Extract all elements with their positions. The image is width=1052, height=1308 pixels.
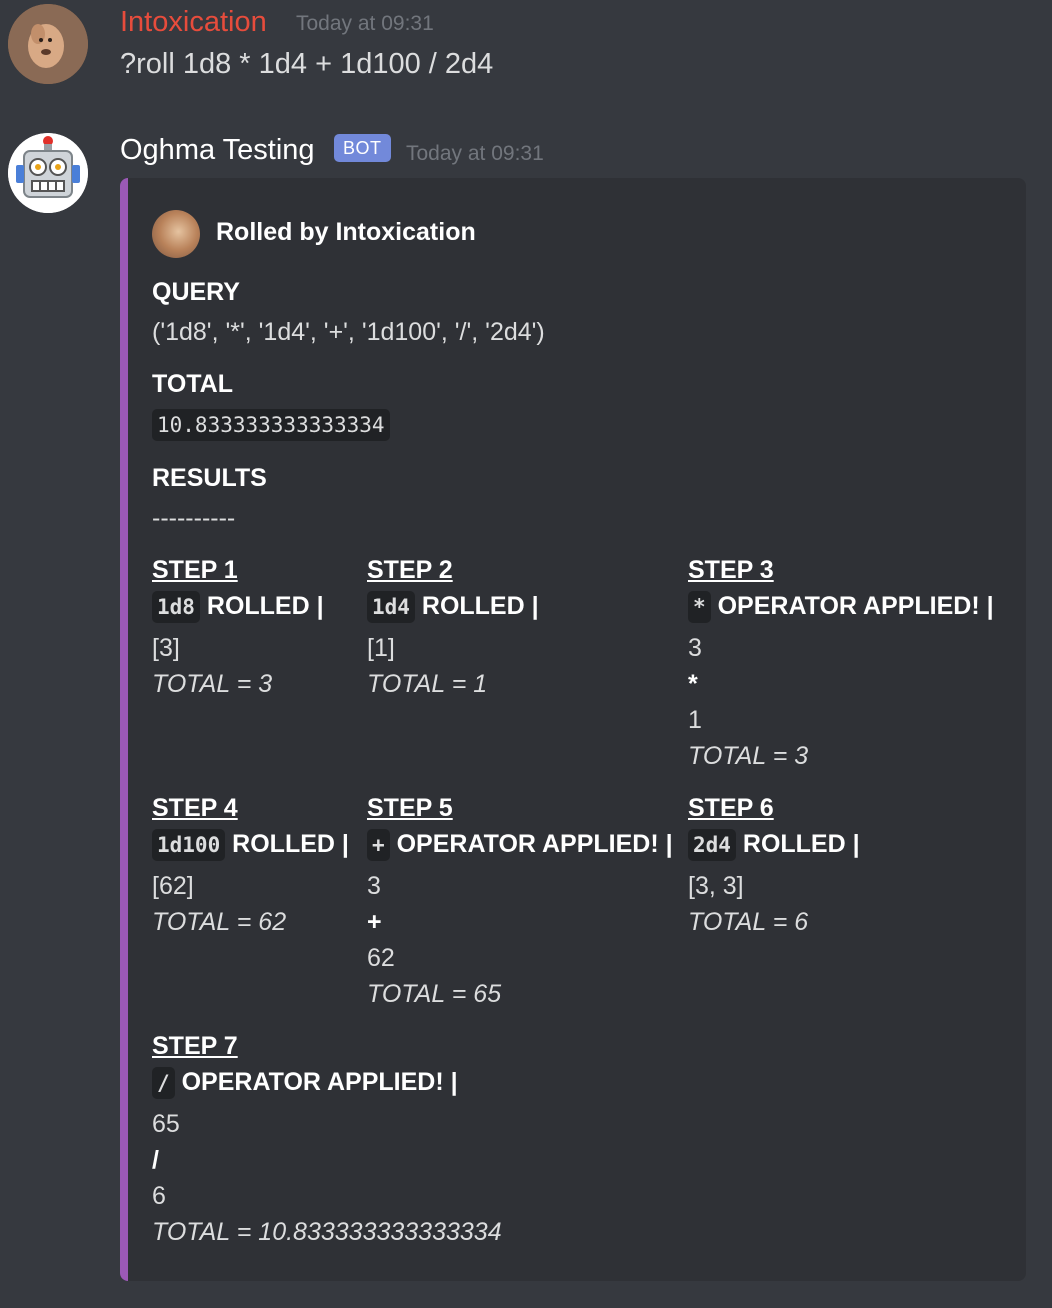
total-label: TOTAL: [152, 370, 234, 398]
step-1-total: TOTAL = 3: [152, 670, 273, 698]
total-value: 10.833333333333334: [152, 409, 390, 441]
step-4-action: 1d100 ROLLED |: [152, 829, 349, 861]
step-5-total: TOTAL = 65: [367, 980, 502, 1008]
step-1-action: 1d8 ROLLED |: [152, 591, 324, 623]
step-4-value-1: [62]: [152, 872, 194, 900]
step-7-operator: /: [152, 1146, 159, 1174]
step-6-code: 2d4: [688, 829, 736, 861]
query-label: QUERY: [152, 278, 240, 306]
step-5-action: + OPERATOR APPLIED! |: [367, 829, 673, 861]
step-2-label: ROLLED |: [421, 592, 539, 620]
step-3-action: * OPERATOR APPLIED! |: [688, 591, 994, 623]
step-2-code: 1d4: [367, 591, 415, 623]
step-1-label: ROLLED |: [206, 592, 324, 620]
step-6-label: ROLLED |: [742, 830, 860, 858]
embed-author-avatar-icon: [152, 210, 200, 258]
step-3-label: OPERATOR APPLIED! |: [717, 592, 994, 620]
roll-embed: Rolled by Intoxication QUERY ('1d8', '*'…: [120, 178, 1026, 1281]
robot-avatar-icon: [8, 133, 88, 213]
step-7-label: OPERATOR APPLIED! |: [181, 1068, 458, 1096]
embed-author: Rolled by Intoxication: [216, 218, 476, 246]
step-4-code: 1d100: [152, 829, 226, 861]
step-3-value-2: 1: [688, 706, 702, 734]
step-7-title: STEP 7: [152, 1032, 238, 1060]
bot-avatar[interactable]: [8, 133, 88, 213]
step-2-total: TOTAL = 1: [367, 670, 488, 698]
step-7-value-1: 65: [152, 1110, 180, 1138]
total-value-code: 10.833333333333334: [152, 409, 390, 441]
step-7-code: /: [152, 1067, 175, 1099]
step-6-value-1: [3, 3]: [688, 872, 744, 900]
step-4-title: STEP 4: [152, 794, 238, 822]
step-2-action: 1d4 ROLLED |: [367, 591, 539, 623]
results-label: RESULTS: [152, 464, 267, 492]
message-content: ?roll 1d8 * 1d4 + 1d100 / 2d4: [120, 48, 494, 80]
bot-message-timestamp: Today at 09:31: [406, 142, 544, 165]
step-1-value-1: [3]: [152, 634, 180, 662]
step-6-action: 2d4 ROLLED |: [688, 829, 860, 861]
step-3-value-1: 3: [688, 634, 702, 662]
step-5-title: STEP 5: [367, 794, 453, 822]
step-5-value-1: 3: [367, 872, 381, 900]
step-7-total: TOTAL = 10.833333333333334: [152, 1218, 502, 1246]
step-2-value-1: [1]: [367, 634, 395, 662]
step-7-value-2: 6: [152, 1182, 166, 1210]
step-2-title: STEP 2: [367, 556, 453, 584]
bot-tag: BOT: [334, 134, 391, 162]
message-timestamp: Today at 09:31: [296, 12, 434, 35]
step-3-total: TOTAL = 3: [688, 742, 809, 770]
step-6-title: STEP 6: [688, 794, 774, 822]
step-5-operator: +: [367, 908, 382, 936]
step-5-code: +: [367, 829, 390, 861]
step-4-total: TOTAL = 62: [152, 908, 287, 936]
step-5-label: OPERATOR APPLIED! |: [396, 830, 673, 858]
step-1-title: STEP 1: [152, 556, 238, 584]
step-3-title: STEP 3: [688, 556, 774, 584]
step-5-value-2: 62: [367, 944, 395, 972]
bot-author-name[interactable]: Oghma Testing: [120, 134, 315, 167]
user-avatar[interactable]: [8, 4, 88, 84]
embed-color-bar: [120, 178, 128, 1281]
step-1-code: 1d8: [152, 591, 200, 623]
step-4-label: ROLLED |: [232, 830, 349, 858]
step-7-action: / OPERATOR APPLIED! |: [152, 1067, 458, 1099]
step-6-total: TOTAL = 6: [688, 908, 809, 936]
query-value: ('1d8', '*', '1d4', '+', '1d100', '/', '…: [152, 318, 545, 346]
dog-avatar-icon: [8, 4, 88, 84]
results-divider: ----------: [152, 504, 236, 532]
step-3-code: *: [688, 591, 711, 623]
message-author-name[interactable]: Intoxication: [120, 6, 267, 39]
step-3-operator: *: [688, 670, 698, 698]
